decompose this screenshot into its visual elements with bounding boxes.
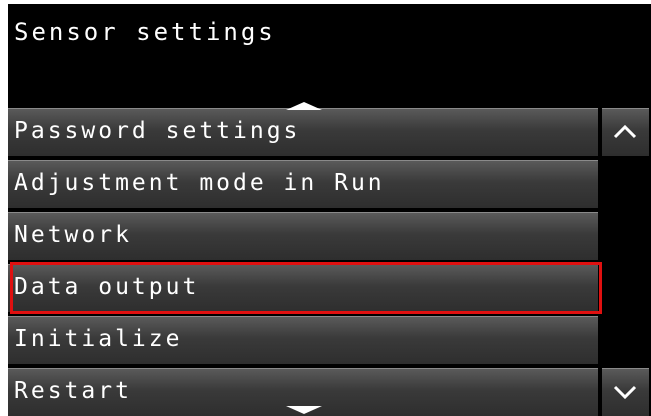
scrollbar[interactable] [602, 108, 651, 416]
menu-item-label: Adjustment mode in Run [14, 170, 385, 196]
menu-item-label: Restart [14, 378, 132, 404]
menu-item-label: Network [14, 222, 132, 248]
device-screen: Sensor settings Password settings Adjust… [8, 4, 651, 416]
menu-item-adjustment-mode-in-run[interactable]: Adjustment mode in Run [8, 160, 598, 208]
triangle-up-icon [286, 102, 322, 110]
scroll-up-button[interactable] [602, 108, 649, 156]
chevron-down-icon [613, 385, 637, 400]
triangle-down-icon [286, 406, 322, 414]
menu-item-data-output[interactable]: Data output [8, 264, 598, 312]
chevron-up-icon [613, 124, 637, 139]
menu-item-password-settings[interactable]: Password settings [8, 108, 598, 156]
menu-item-initialize[interactable]: Initialize [8, 316, 598, 364]
menu-item-label: Initialize [14, 326, 183, 352]
title-bar: Sensor settings [8, 4, 651, 104]
menu-item-label: Data output [14, 274, 200, 300]
menu-item-label: Password settings [14, 118, 301, 144]
page-title: Sensor settings [14, 18, 276, 46]
scroll-down-button[interactable] [602, 368, 649, 416]
menu-item-network[interactable]: Network [8, 212, 598, 260]
